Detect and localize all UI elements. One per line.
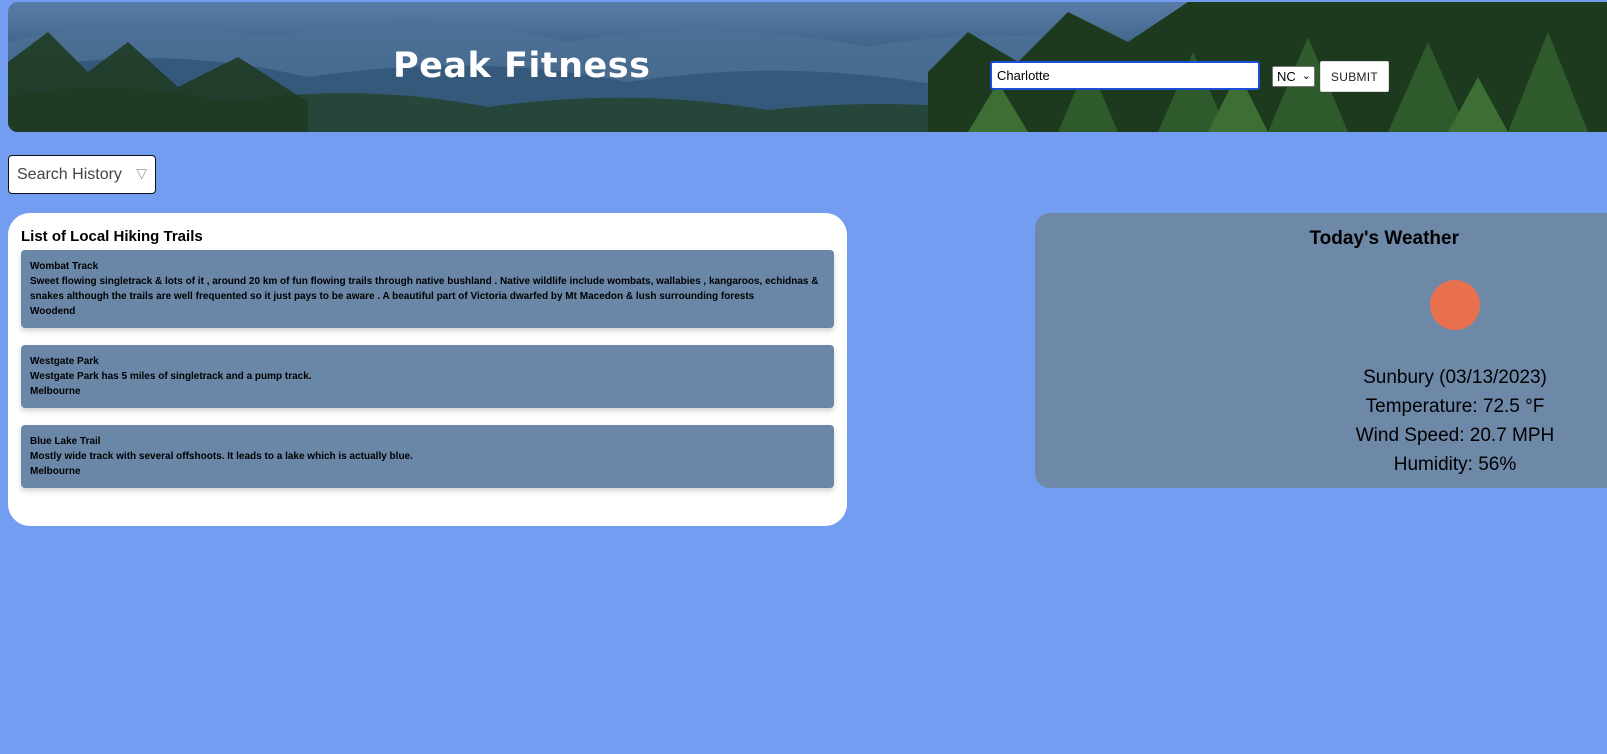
weather-panel: Today's Weather Sunbury (03/13/2023) Tem… bbox=[1035, 213, 1607, 488]
weather-temperature: Temperature: 72.5 °F bbox=[1365, 396, 1545, 417]
weather-city-date: Sunbury (03/13/2023) bbox=[1363, 367, 1547, 388]
trail-location: Melbourne bbox=[30, 386, 81, 397]
trail-card[interactable]: Westgate Park Westgate Park has 5 miles … bbox=[21, 345, 834, 408]
trail-name: Wombat Track bbox=[30, 261, 99, 272]
state-select-value: NC bbox=[1277, 69, 1296, 84]
search-history-dropdown[interactable]: Search History ▽ bbox=[8, 155, 156, 194]
submit-button[interactable]: SUBMIT bbox=[1320, 61, 1389, 92]
weather-wind-speed: Wind Speed: 20.7 MPH bbox=[1355, 425, 1555, 446]
trail-location: Woodend bbox=[30, 306, 76, 317]
trail-description: Sweet flowing singletrack & lots of it ,… bbox=[30, 276, 819, 302]
weather-humidity: Humidity: 56% bbox=[1393, 454, 1517, 475]
hiking-trails-panel: List of Local Hiking Trails Wombat Track… bbox=[8, 213, 847, 526]
trail-description: Westgate Park has 5 miles of singletrack… bbox=[30, 371, 312, 382]
trail-location: Melbourne bbox=[30, 466, 81, 477]
trail-card[interactable]: Blue Lake Trail Mostly wide track with s… bbox=[21, 425, 834, 488]
sun-icon bbox=[1430, 280, 1480, 330]
weather-title: Today's Weather bbox=[1309, 228, 1459, 249]
trail-name: Blue Lake Trail bbox=[30, 436, 101, 447]
trail-description: Mostly wide track with several offshoots… bbox=[30, 451, 413, 462]
state-select[interactable]: NC ⌄ bbox=[1272, 66, 1315, 87]
trail-card[interactable]: Wombat Track Sweet flowing singletrack &… bbox=[21, 250, 834, 328]
weather-stats: Sunbury (03/13/2023) Temperature: 72.5 °… bbox=[1325, 363, 1585, 479]
brand-title: Peak Fitness bbox=[393, 46, 651, 86]
trail-list: Wombat Track Sweet flowing singletrack &… bbox=[21, 250, 834, 505]
trail-name: Westgate Park bbox=[30, 356, 99, 367]
triangle-down-icon: ▽ bbox=[136, 165, 147, 181]
city-search-input[interactable] bbox=[990, 61, 1260, 90]
trails-title: List of Local Hiking Trails bbox=[21, 228, 203, 245]
chevron-down-icon: ⌄ bbox=[1301, 70, 1311, 82]
search-history-label: Search History bbox=[17, 165, 122, 183]
